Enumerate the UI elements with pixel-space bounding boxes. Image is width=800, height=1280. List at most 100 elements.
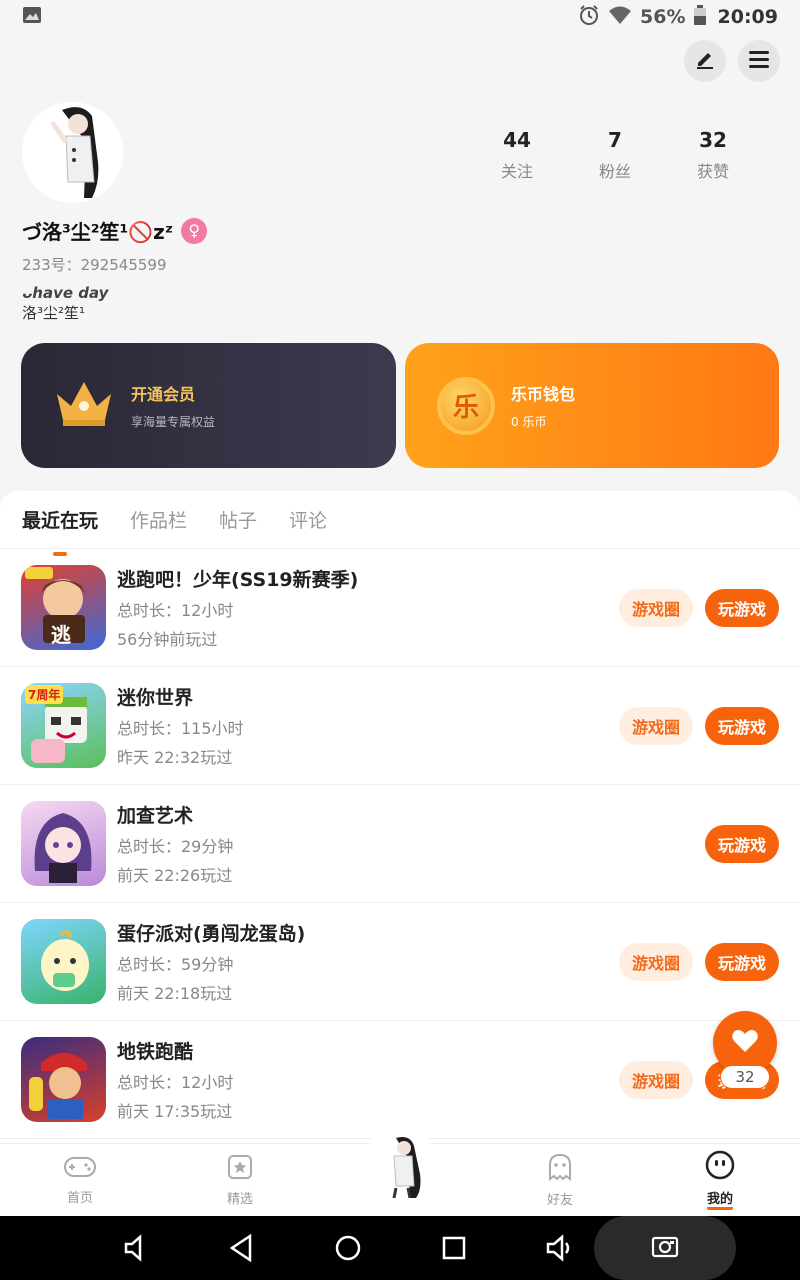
nav-me[interactable]: 我的	[640, 1144, 800, 1216]
game-row-mini-world[interactable]: 7周年 迷你世界 总时长：115小时 昨天 22:32玩过 游戏圈 玩游戏	[0, 667, 800, 785]
following-label: 关注	[500, 162, 533, 181]
vip-title: 开通会员	[131, 385, 196, 404]
vip-subtitle: 享海量专属权益	[131, 415, 216, 429]
likes-count: 32	[699, 128, 727, 152]
escape-game-icon[interactable]: 逃	[21, 565, 106, 650]
wifi-icon	[608, 5, 632, 30]
profile-stats: 44 关注 7 粉丝 32 获赞	[468, 128, 762, 182]
game-title: 迷你世界	[117, 687, 194, 709]
tab-posts[interactable]: 帖子	[219, 506, 257, 533]
game-circle-button[interactable]: 游戏圈	[619, 588, 693, 627]
anniversary-badge: 7周年	[25, 685, 64, 704]
alarm-icon	[578, 4, 600, 31]
back-icon[interactable]	[226, 1232, 258, 1264]
game-duration: 总时长：115小时	[117, 719, 244, 738]
game-circle-button[interactable]: 游戏圈	[619, 706, 693, 745]
game-duration: 总时长：29分钟	[117, 837, 234, 856]
game-title: 加查艺术	[117, 805, 194, 827]
battery-icon	[693, 4, 706, 30]
edit-profile-button[interactable]	[684, 40, 726, 82]
center-avatar-icon	[392, 1137, 421, 1198]
tab-works[interactable]: 作品栏	[130, 506, 187, 533]
crown-icon	[53, 376, 115, 436]
menu-button[interactable]	[738, 40, 780, 82]
game-duration: 总时长：59分钟	[117, 955, 234, 974]
wallet-balance: 0 乐币	[511, 415, 547, 429]
game-last-played: 56分钟前玩过	[117, 630, 218, 649]
clock: 20:09	[717, 6, 778, 28]
game-row-gacha-art[interactable]: 加查艺术 总时长：29分钟 前天 22:26玩过 玩游戏	[0, 785, 800, 903]
game-row-subway-surfers[interactable]: 地铁跑酷 总时长：12小时 前天 17:35玩过 游戏圈 玩游戏	[0, 1021, 800, 1139]
play-game-button[interactable]: 玩游戏	[705, 588, 779, 627]
smiley-face-icon	[705, 1150, 735, 1184]
user-id: 233号：292545599	[22, 256, 167, 274]
nav-home-label: 首页	[66, 1190, 93, 1206]
subway-surfers-icon[interactable]	[21, 1037, 106, 1122]
home-icon[interactable]	[332, 1232, 364, 1264]
game-row-escape[interactable]: 逃 逃跑吧！少年(SS19新赛季) 总时长：12小时 56分钟前玩过 游戏圈 玩…	[0, 549, 800, 667]
ghost-icon	[547, 1153, 573, 1185]
female-gender-icon: ♀	[181, 217, 208, 244]
nav-friends-label: 好友	[546, 1192, 573, 1208]
bio-line-2: 洛³尘²笙¹	[22, 304, 86, 322]
play-game-button[interactable]: 玩游戏	[705, 942, 779, 981]
vip-membership-card[interactable]: 开通会员 享海量专属权益	[21, 343, 396, 468]
mini-world-icon[interactable]: 7周年	[21, 683, 106, 768]
screenshot-button[interactable]	[594, 1216, 736, 1280]
game-last-played: 前天 17:35玩过	[117, 1102, 233, 1121]
game-title: 逃跑吧！少年(SS19新赛季)	[117, 569, 359, 591]
volume-down-icon[interactable]	[120, 1232, 152, 1264]
escape-icon-char: 逃	[51, 623, 71, 647]
game-last-played: 前天 22:18玩过	[117, 984, 233, 1003]
camera-screenshot-icon	[651, 1234, 679, 1262]
bio-line-1: ᴗhave day	[22, 284, 109, 302]
content-panel: 最近在玩 作品栏 帖子 评论 逃 逃跑吧！少年(SS19新赛季) 总时长：12小…	[0, 491, 800, 1143]
pencil-icon	[694, 48, 716, 74]
nav-featured-label: 精选	[226, 1191, 253, 1207]
fans-count: 7	[608, 128, 622, 152]
nav-featured[interactable]: 精选	[160, 1144, 320, 1216]
play-game-button[interactable]: 玩游戏	[705, 824, 779, 863]
profile-tabs: 最近在玩 作品栏 帖子 评论	[0, 491, 800, 556]
wallet-card[interactable]: 乐 乐币钱包 0 乐币	[405, 343, 779, 468]
game-row-eggy-party[interactable]: 蛋仔派对(勇闯龙蛋岛) 总时长：59分钟 前天 22:18玩过 游戏圈 玩游戏	[0, 903, 800, 1021]
heart-icon	[731, 1028, 759, 1058]
game-last-played: 前天 22:26玩过	[117, 866, 233, 885]
recent-apps-icon[interactable]	[438, 1232, 470, 1264]
nav-friends[interactable]: 好友	[480, 1144, 640, 1216]
hamburger-menu-icon	[748, 49, 770, 73]
fans-label: 粉丝	[598, 162, 631, 181]
nav-center[interactable]	[320, 1128, 480, 1216]
nickname-row: づ洛³尘²笙¹🚫zᶻ ♀	[22, 216, 208, 245]
status-bar: 56% 20:09	[0, 0, 800, 34]
game-circle-button[interactable]: 游戏圈	[619, 1060, 693, 1099]
volume-up-icon[interactable]	[544, 1232, 576, 1264]
tab-recently-played[interactable]: 最近在玩	[22, 506, 98, 556]
lebi-coin-icon: 乐	[437, 376, 495, 435]
profile-avatar[interactable]	[22, 102, 123, 203]
likes-stat[interactable]: 32 获赞	[664, 128, 762, 182]
star-bookmark-icon	[227, 1154, 253, 1184]
bottom-navigation: 首页 精选 好友 我的	[0, 1128, 800, 1216]
nav-home[interactable]: 首页	[0, 1144, 160, 1216]
game-last-played: 昨天 22:32玩过	[117, 748, 233, 767]
game-circle-button[interactable]: 游戏圈	[619, 942, 693, 981]
following-count: 44	[503, 128, 531, 152]
likes-label: 获赞	[696, 162, 729, 181]
top-actions	[684, 40, 780, 82]
game-duration: 总时长：12小时	[117, 601, 234, 620]
following-stat[interactable]: 44 关注	[468, 128, 566, 182]
gamepad-icon	[63, 1155, 97, 1183]
tab-comments[interactable]: 评论	[289, 506, 327, 533]
game-title: 地铁跑酷	[117, 1041, 194, 1063]
eggy-party-icon[interactable]	[21, 919, 106, 1004]
game-title: 蛋仔派对(勇闯龙蛋岛)	[117, 923, 306, 945]
fans-stat[interactable]: 7 粉丝	[566, 128, 664, 182]
image-notification-icon	[22, 6, 42, 29]
battery-percent: 56%	[640, 6, 686, 28]
game-duration: 总时长：12小时	[117, 1073, 234, 1092]
play-game-button[interactable]: 玩游戏	[705, 706, 779, 745]
wallet-title: 乐币钱包	[511, 385, 576, 404]
nav-me-label: 我的	[706, 1188, 733, 1210]
gacha-art-icon[interactable]	[21, 801, 106, 886]
